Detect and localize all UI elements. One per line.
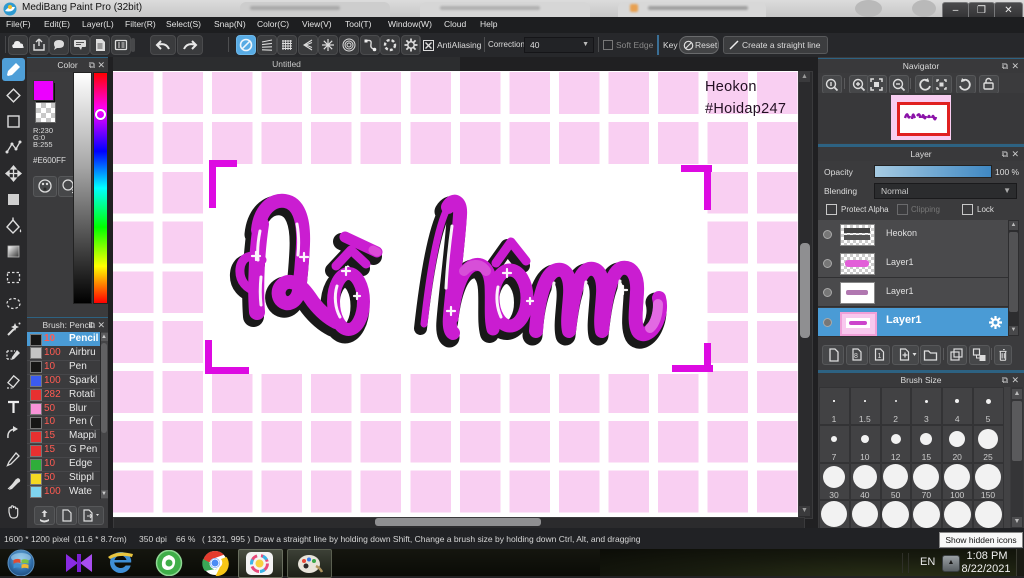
- svg-text:8: 8: [854, 353, 858, 360]
- svg-text:1: 1: [878, 353, 882, 360]
